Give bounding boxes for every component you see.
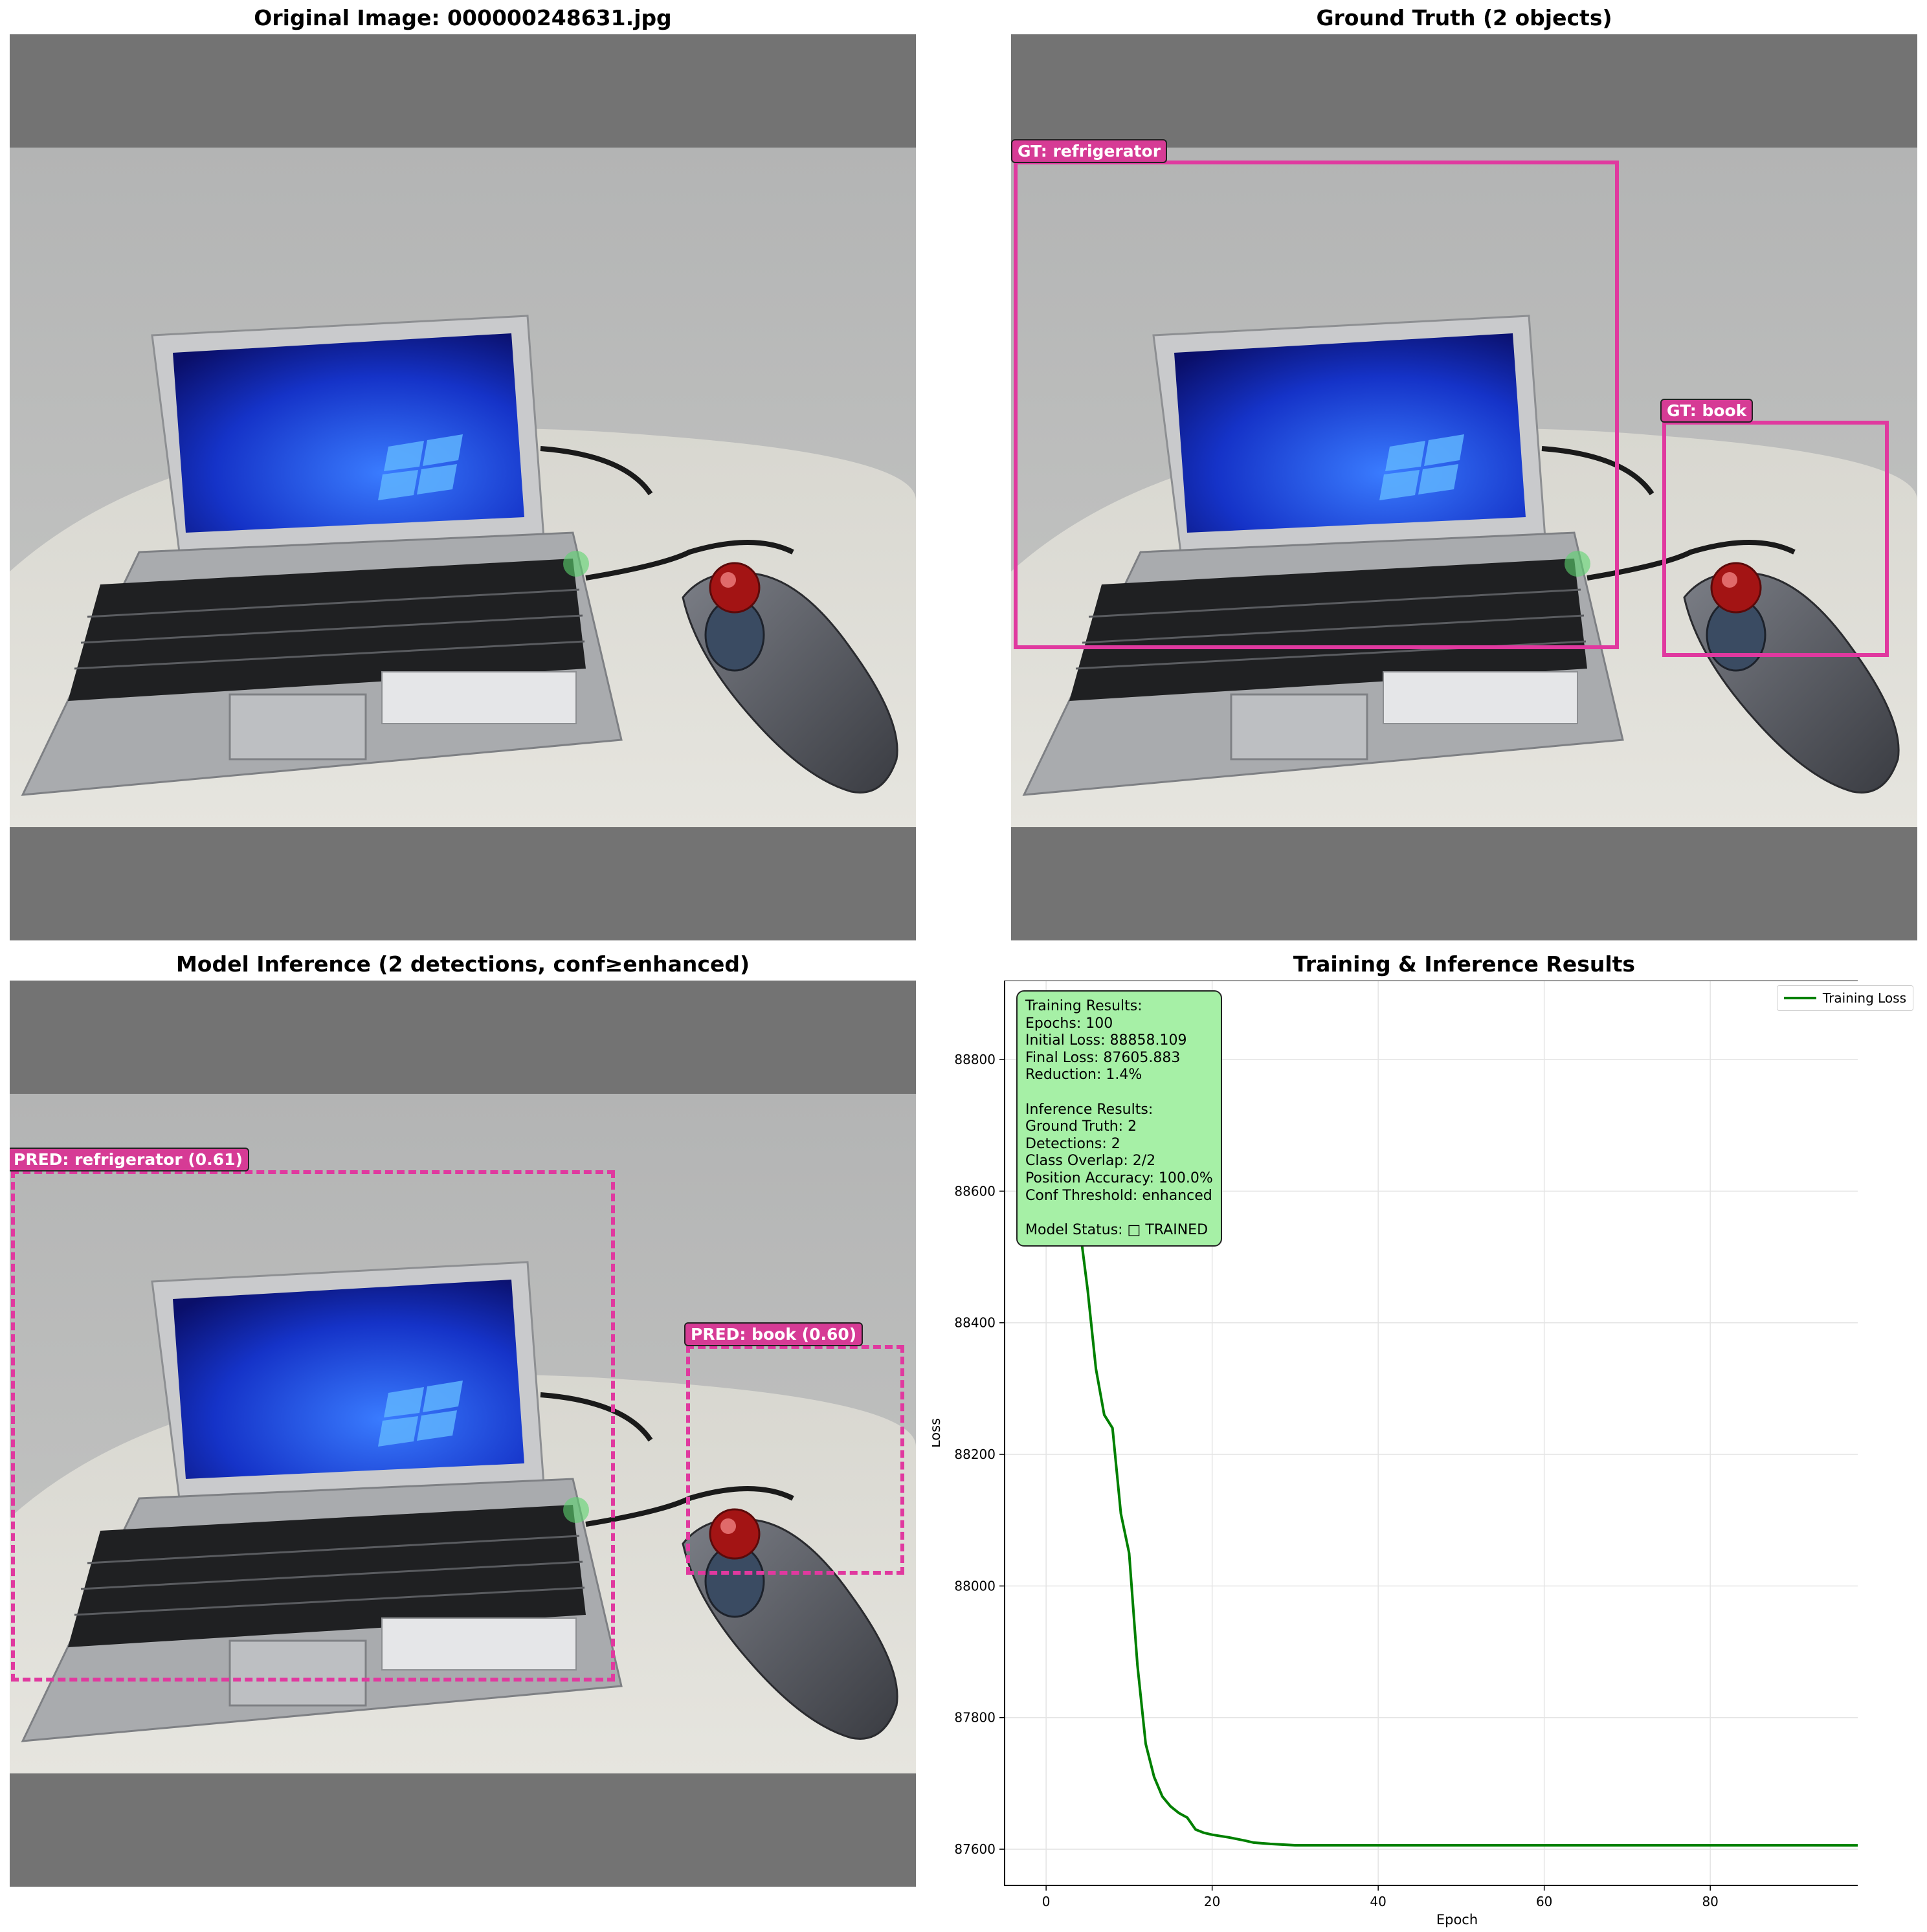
panel-title-original: Original Image: 000000248631.jpg	[254, 5, 672, 30]
y-axis-label: Loss	[932, 1418, 943, 1448]
x-tick-label: 80	[1702, 1894, 1718, 1909]
x-tick-label: 0	[1042, 1894, 1051, 1909]
legend-swatch-training-loss	[1783, 997, 1816, 999]
pred-box-refrigerator	[11, 1170, 615, 1682]
panel-title-training: Training & Inference Results	[1293, 951, 1636, 977]
training-info-box: Training Results: Epochs: 100 Initial Lo…	[1016, 990, 1222, 1247]
x-tick-label: 60	[1536, 1894, 1552, 1909]
y-tick-label: 87600	[954, 1841, 996, 1857]
gt-label-book: GT: book	[1660, 399, 1754, 423]
legend-label-training-loss: Training Loss	[1822, 990, 1906, 1006]
panel-title-inference: Model Inference (2 detections, conf≥enha…	[175, 951, 750, 977]
pred-box-book	[686, 1345, 904, 1575]
y-tick-label: 88200	[954, 1447, 996, 1462]
ground-truth-panel: GT: refrigerator GT: book	[1011, 34, 1917, 940]
original-photo	[10, 34, 916, 940]
x-tick-label: 40	[1370, 1894, 1386, 1909]
gt-label-refrigerator: GT: refrigerator	[1011, 139, 1168, 163]
y-tick-label: 88600	[954, 1183, 996, 1199]
x-axis-label: Epoch	[1436, 1912, 1478, 1927]
gt-box-book	[1662, 421, 1889, 657]
y-tick-label: 88400	[954, 1315, 996, 1331]
pred-label-refrigerator: PRED: refrigerator (0.61)	[10, 1148, 249, 1171]
original-image-panel	[10, 34, 916, 940]
pred-label-book: PRED: book (0.60)	[684, 1322, 863, 1346]
chart-legend: Training Loss	[1776, 985, 1913, 1011]
y-tick-label: 88000	[954, 1578, 996, 1593]
y-tick-label: 88800	[954, 1052, 996, 1067]
y-tick-label: 87800	[954, 1710, 996, 1726]
inference-panel: PRED: refrigerator (0.61) PRED: book (0.…	[10, 981, 916, 1887]
gt-box-refrigerator	[1014, 161, 1619, 649]
panel-title-ground-truth: Ground Truth (2 objects)	[1316, 5, 1612, 30]
x-tick-label: 20	[1204, 1894, 1220, 1909]
